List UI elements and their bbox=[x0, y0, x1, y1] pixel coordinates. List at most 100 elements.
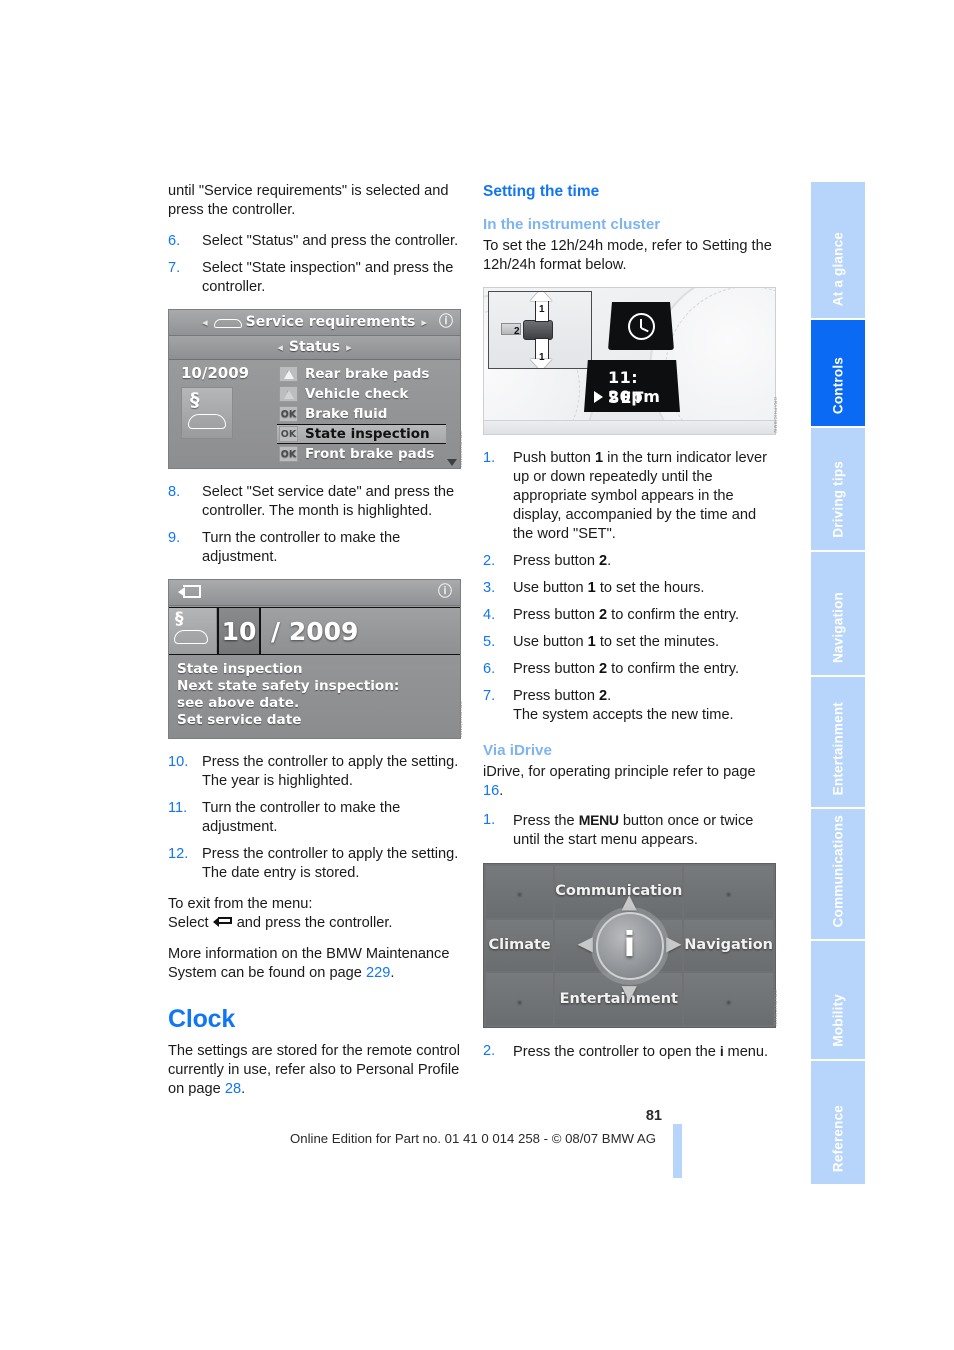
step-number: 11. bbox=[168, 800, 188, 816]
service-date: 10/2009 bbox=[181, 364, 250, 382]
step-number: 3. bbox=[483, 580, 496, 596]
list-item: 12. Press the controller to apply the se… bbox=[168, 845, 461, 883]
steps-list-c: 10. Press the controller to apply the se… bbox=[168, 753, 461, 883]
list-item[interactable]: ! Rear brake pads bbox=[277, 364, 446, 384]
step-number: 1. bbox=[483, 812, 496, 828]
chevron-right-icon: ▸ bbox=[346, 341, 352, 354]
figure-code: GRAPHIC/BMW bbox=[458, 700, 463, 737]
step-number: 6. bbox=[168, 233, 181, 249]
page-reference-link[interactable]: 229 bbox=[366, 965, 390, 981]
idrive-subtitle-text: Status bbox=[288, 339, 341, 355]
step-number: 7. bbox=[168, 260, 181, 276]
list-item: 5. Use button 1 to set the minutes. bbox=[483, 633, 776, 652]
cluster-base-strip bbox=[484, 420, 775, 434]
car-outline-icon bbox=[188, 414, 226, 429]
step-text: Press the MENU button once or twice unti… bbox=[513, 812, 754, 848]
step-text: Press button 2. The system accepts the n… bbox=[513, 688, 734, 723]
intro-paragraph: until "Service requirements" is selected… bbox=[168, 183, 449, 218]
description-line: Set service date bbox=[177, 712, 302, 728]
date-editor-row[interactable]: § 10 / 2009 bbox=[169, 607, 460, 655]
menu-item-entertainment[interactable]: Entertainment bbox=[555, 973, 683, 1025]
cluster-time-display: 11: 20pm SET bbox=[584, 360, 680, 412]
sidebar-item-driving-tips[interactable]: Driving tips bbox=[811, 428, 865, 550]
ok-badge: OK bbox=[279, 406, 298, 422]
footer-edition-text: Online Edition for Part no. 01 41 0 014 … bbox=[290, 1131, 656, 1146]
list-item[interactable]: OK Front brake pads bbox=[277, 444, 446, 464]
step-text: Turn the controller to make the adjustme… bbox=[202, 530, 401, 565]
month-field[interactable]: 10 bbox=[217, 608, 261, 654]
menu-cell-empty: . bbox=[684, 866, 773, 918]
button-ref: 2 bbox=[599, 553, 608, 569]
idrive-subtitlebar: ◂ Status ▸ bbox=[169, 336, 460, 360]
step-number: 4. bbox=[483, 607, 496, 623]
ok-badge: OK bbox=[279, 426, 298, 442]
sidebar-item-communications[interactable]: Communications bbox=[811, 809, 865, 939]
clock-icon bbox=[627, 312, 655, 340]
idrive-subtitle: ◂ Status ▸ bbox=[277, 338, 351, 357]
list-item: 1. Push button 1 in the turn indicator l… bbox=[483, 449, 776, 544]
page-reference-link[interactable]: 28 bbox=[225, 1081, 241, 1097]
step-number: 2. bbox=[483, 1043, 496, 1059]
sidebar-item-controls[interactable]: Controls bbox=[811, 320, 865, 426]
idrive-status-screen: ◂ Service requirements ▸ ⓘ ◂ Status ▸ 10… bbox=[168, 309, 461, 469]
callout-2: 2 bbox=[514, 326, 520, 337]
sidebar-item-mobility[interactable]: Mobility bbox=[811, 941, 865, 1059]
list-item[interactable]: ! Vehicle check bbox=[277, 384, 446, 404]
steps-list-b: 8. Select "Set service date" and press t… bbox=[168, 483, 461, 567]
info-icon: ⓘ bbox=[438, 584, 452, 600]
warning-triangle-icon: ! bbox=[279, 366, 298, 382]
ok-badge: OK bbox=[279, 446, 298, 462]
page-footer: 81 Online Edition for Part no. 01 41 0 0… bbox=[0, 1108, 954, 1178]
menu-cell-empty: . bbox=[684, 973, 773, 1025]
year-field[interactable]: / 2009 bbox=[261, 608, 460, 654]
list-item-label: State inspection bbox=[305, 425, 430, 442]
list-item: 2. Press the controller to open the i me… bbox=[483, 1042, 776, 1062]
inspection-icon: § bbox=[169, 608, 217, 654]
list-item[interactable]: OK Brake fluid bbox=[277, 404, 446, 424]
tab-label: Entertainment bbox=[830, 701, 846, 795]
right-column: Setting the time In the instrument clust… bbox=[483, 182, 778, 1074]
idrive-date-screen: ⓘ § 10 / 2009 State inspection Next stat… bbox=[168, 579, 461, 739]
step-text: Press the controller to apply the settin… bbox=[202, 754, 459, 789]
menu-item-climate[interactable]: Climate bbox=[486, 919, 554, 972]
step-text: Press button 2 to confirm the entry. bbox=[513, 607, 740, 623]
description-line: State inspection bbox=[177, 661, 303, 677]
tab-label: Controls bbox=[830, 356, 846, 414]
idrive-body: 10/2009 § ! Rear brake pads ! Vehicle ch… bbox=[169, 360, 460, 468]
clock-intro-text: The settings are stored for the remote c… bbox=[168, 1043, 461, 1097]
back-arrow-icon[interactable] bbox=[178, 585, 201, 600]
caret-right-icon bbox=[594, 391, 603, 403]
tab-label: At a glance bbox=[830, 231, 846, 306]
figure-code: GRAPHIC/BMW bbox=[773, 396, 778, 433]
menu-item-navigation[interactable]: Navigation bbox=[684, 919, 773, 972]
menu-item-communication[interactable]: Communication bbox=[555, 866, 683, 918]
list-item-selected[interactable]: OK State inspection bbox=[277, 424, 446, 444]
step-text: Press button 2 to confirm the entry. bbox=[513, 661, 740, 677]
idrive-intro-paragraph: iDrive, for operating principle refer to… bbox=[483, 763, 776, 801]
page-reference-link[interactable]: 16 bbox=[483, 783, 499, 799]
list-item: 9. Turn the controller to make the adjus… bbox=[168, 529, 461, 567]
menu-cell-empty: . bbox=[486, 866, 554, 918]
figure-code: GRAPHIC/BMW bbox=[773, 989, 778, 1026]
sidebar-item-entertainment[interactable]: Entertainment bbox=[811, 677, 865, 807]
paragraph-symbol-icon: § bbox=[190, 389, 200, 411]
figure-code: GRAPHIC/BMW bbox=[458, 430, 463, 467]
button-ref: 1 bbox=[587, 580, 596, 596]
cluster-intro-paragraph: To set the 12h/24h mode, refer to Settin… bbox=[483, 238, 772, 273]
inspection-icon: § bbox=[181, 387, 233, 439]
step-text: Use button 1 to set the hours. bbox=[513, 580, 705, 596]
idrive-steps-list-1: 1. Press the MENU button once or twice u… bbox=[483, 811, 776, 850]
figure-service-status: ◂ Service requirements ▸ ⓘ ◂ Status ▸ 10… bbox=[168, 309, 463, 469]
idrive-item-list: ! Rear brake pads ! Vehicle check OK Bra… bbox=[277, 364, 460, 468]
sidebar-item-at-a-glance[interactable]: At a glance bbox=[811, 182, 865, 318]
list-item: 1. Press the MENU button once or twice u… bbox=[483, 811, 776, 850]
step-number: 10. bbox=[168, 754, 189, 770]
sidebar-item-navigation[interactable]: Navigation bbox=[811, 552, 865, 675]
lever-button-body[interactable] bbox=[523, 320, 553, 340]
figure-instrument-cluster: 1 1 2 11: 20pm SET GRAPHIC/BMW bbox=[483, 287, 778, 435]
list-item-label: Rear brake pads bbox=[305, 365, 430, 382]
step-number: 6. bbox=[483, 661, 496, 677]
chevron-left-icon: ◂ bbox=[202, 316, 208, 329]
list-item: 2. Press button 2. bbox=[483, 552, 776, 571]
step-text: Select "Status" and press the controller… bbox=[202, 233, 459, 249]
